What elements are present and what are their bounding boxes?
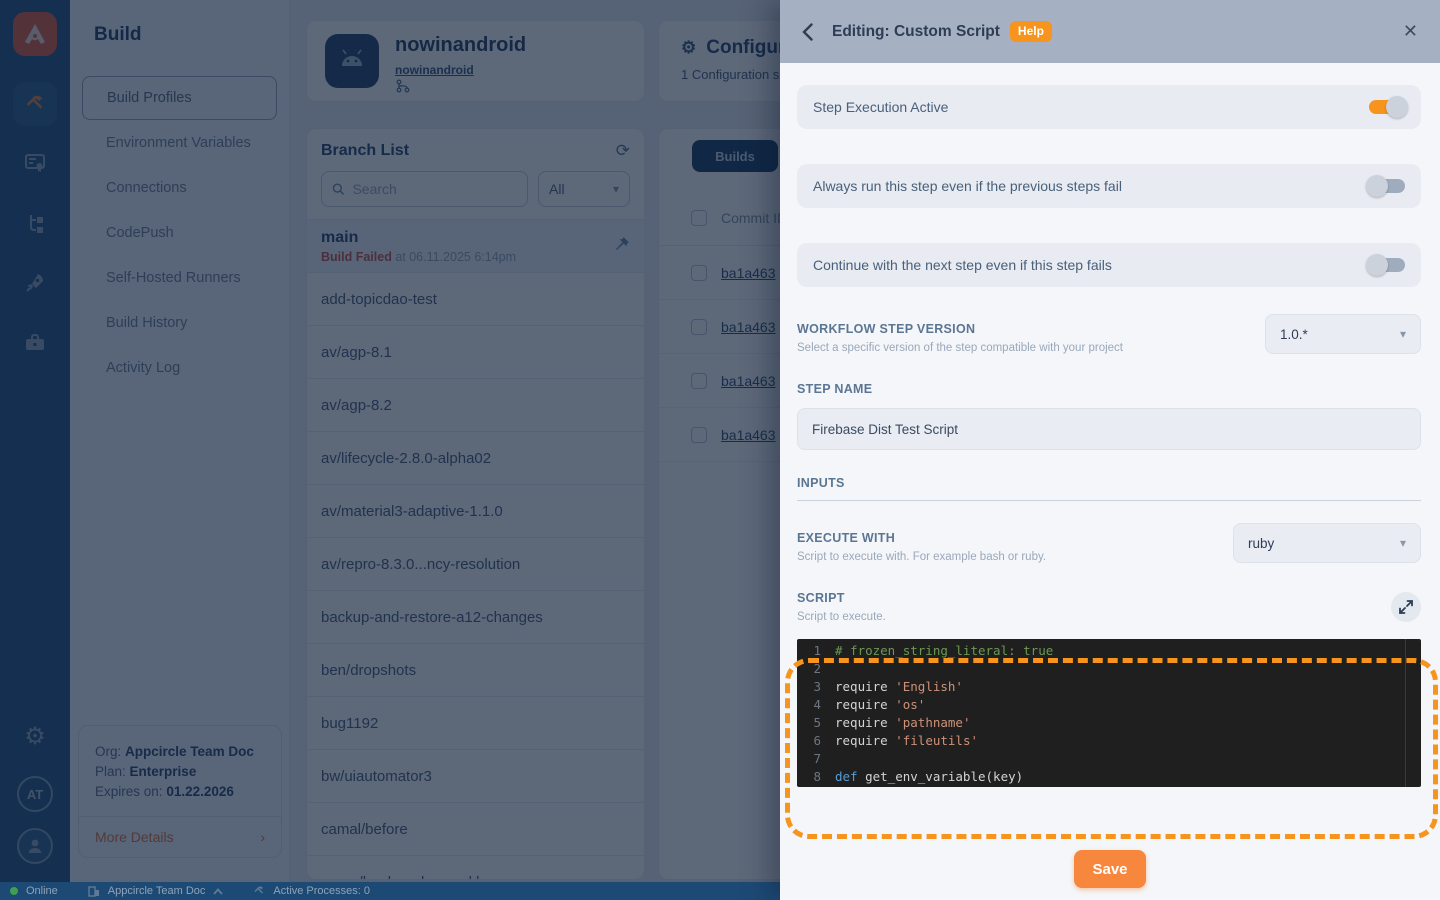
panel-title: Editing: Custom Script bbox=[832, 23, 1000, 41]
org-icon bbox=[88, 885, 100, 897]
execute-with-desc: Script to execute with. For example bash… bbox=[797, 551, 1046, 563]
code-line: 5require 'pathname' bbox=[797, 714, 1421, 732]
code-text: def get_env_variable(key) bbox=[835, 768, 1023, 786]
toggle-label: Always run this step even if the previou… bbox=[813, 178, 1122, 194]
toggle-row-always-run: Always run this step even if the previou… bbox=[797, 164, 1421, 208]
code-line: 8def get_env_variable(key) bbox=[797, 768, 1421, 786]
line-number: 6 bbox=[797, 732, 835, 750]
execute-with-section: EXECUTE WITH Script to execute with. For… bbox=[797, 531, 1421, 563]
inputs-label: INPUTS bbox=[797, 476, 1421, 501]
modal-dim-overlay[interactable] bbox=[0, 0, 780, 882]
hammer-small-icon bbox=[253, 885, 265, 897]
toggle-label: Continue with the next step even if this… bbox=[813, 257, 1112, 273]
toggle-knob bbox=[1366, 254, 1388, 276]
continue-next-toggle[interactable] bbox=[1369, 258, 1405, 272]
edit-step-panel: Editing: Custom Script Help ✕ Step Execu… bbox=[780, 0, 1440, 900]
appcircle-app: ⚙ AT Build Build ProfilesEnvironment Var… bbox=[0, 0, 1440, 900]
statusbar-org[interactable]: Appcircle Team Doc bbox=[108, 885, 206, 897]
toggle-row-step-execution: Step Execution Active bbox=[797, 85, 1421, 129]
online-label: Online bbox=[26, 885, 58, 897]
chevron-up-icon[interactable] bbox=[213, 888, 223, 895]
code-line: 7 bbox=[797, 750, 1421, 768]
panel-footer: Save bbox=[780, 838, 1440, 900]
step-execution-toggle[interactable] bbox=[1369, 100, 1405, 114]
line-number: 5 bbox=[797, 714, 835, 732]
toggle-label: Step Execution Active bbox=[813, 99, 948, 115]
version-select[interactable]: 1.0.* ▾ bbox=[1265, 314, 1421, 354]
execute-with-label: EXECUTE WITH bbox=[797, 531, 1046, 545]
version-value: 1.0.* bbox=[1280, 327, 1308, 342]
back-button[interactable] bbox=[802, 21, 824, 43]
line-number: 2 bbox=[797, 660, 835, 678]
panel-body: Step Execution Active Always run this st… bbox=[780, 63, 1440, 838]
help-badge[interactable]: Help bbox=[1010, 21, 1052, 42]
script-desc: Script to execute. bbox=[797, 611, 886, 623]
panel-header: Editing: Custom Script Help ✕ bbox=[780, 0, 1440, 63]
line-number: 8 bbox=[797, 768, 835, 786]
line-number: 4 bbox=[797, 696, 835, 714]
code-text: require 'pathname' bbox=[835, 714, 970, 732]
active-processes: Active Processes: 0 bbox=[273, 885, 370, 897]
workflow-version-section: WORKFLOW STEP VERSION Select a specific … bbox=[797, 322, 1421, 354]
toggle-knob bbox=[1366, 175, 1388, 197]
step-name-section: STEP NAME bbox=[797, 382, 1421, 450]
online-status-icon bbox=[10, 887, 18, 895]
close-icon[interactable]: ✕ bbox=[1403, 21, 1418, 42]
code-line: 4require 'os' bbox=[797, 696, 1421, 714]
code-text: require 'os' bbox=[835, 696, 925, 714]
editor-scrollbar[interactable] bbox=[1405, 639, 1406, 787]
code-text: # frozen_string_literal: true bbox=[835, 642, 1053, 660]
code-text: ENV[key].nil? || ENV[key] == '' ? nil : … bbox=[835, 786, 1211, 787]
code-text: require 'fileutils' bbox=[835, 732, 978, 750]
code-line: 1# frozen_string_literal: true bbox=[797, 642, 1421, 660]
script-section-header: SCRIPT Script to execute. bbox=[797, 591, 1421, 623]
line-number: 1 bbox=[797, 642, 835, 660]
step-name-input[interactable] bbox=[797, 408, 1421, 450]
expand-icon bbox=[1399, 600, 1413, 614]
script-label: SCRIPT bbox=[797, 591, 886, 605]
code-line: 6require 'fileutils' bbox=[797, 732, 1421, 750]
version-desc: Select a specific version of the step co… bbox=[797, 342, 1123, 354]
toggle-row-continue-next: Continue with the next step even if this… bbox=[797, 243, 1421, 287]
chevron-left-icon bbox=[802, 23, 813, 41]
code-line: 2 bbox=[797, 660, 1421, 678]
step-name-label: STEP NAME bbox=[797, 382, 1421, 396]
version-label: WORKFLOW STEP VERSION bbox=[797, 322, 1123, 336]
chevron-down-icon: ▾ bbox=[1400, 327, 1406, 341]
line-number: 9 bbox=[797, 786, 835, 787]
line-number: 7 bbox=[797, 750, 835, 768]
chevron-down-icon: ▾ bbox=[1400, 536, 1406, 550]
code-line: 9 ENV[key].nil? || ENV[key] == '' ? nil … bbox=[797, 786, 1421, 787]
save-button[interactable]: Save bbox=[1074, 850, 1146, 888]
expand-editor-button[interactable] bbox=[1391, 592, 1421, 622]
execute-with-select[interactable]: ruby ▾ bbox=[1233, 523, 1421, 563]
toggle-knob bbox=[1386, 96, 1408, 118]
always-run-toggle[interactable] bbox=[1369, 179, 1405, 193]
script-code-editor[interactable]: 1# frozen_string_literal: true23require … bbox=[797, 639, 1421, 787]
code-line: 3require 'English' bbox=[797, 678, 1421, 696]
execute-with-value: ruby bbox=[1248, 536, 1274, 551]
code-lines: 1# frozen_string_literal: true23require … bbox=[797, 642, 1421, 787]
line-number: 3 bbox=[797, 678, 835, 696]
code-text: require 'English' bbox=[835, 678, 963, 696]
